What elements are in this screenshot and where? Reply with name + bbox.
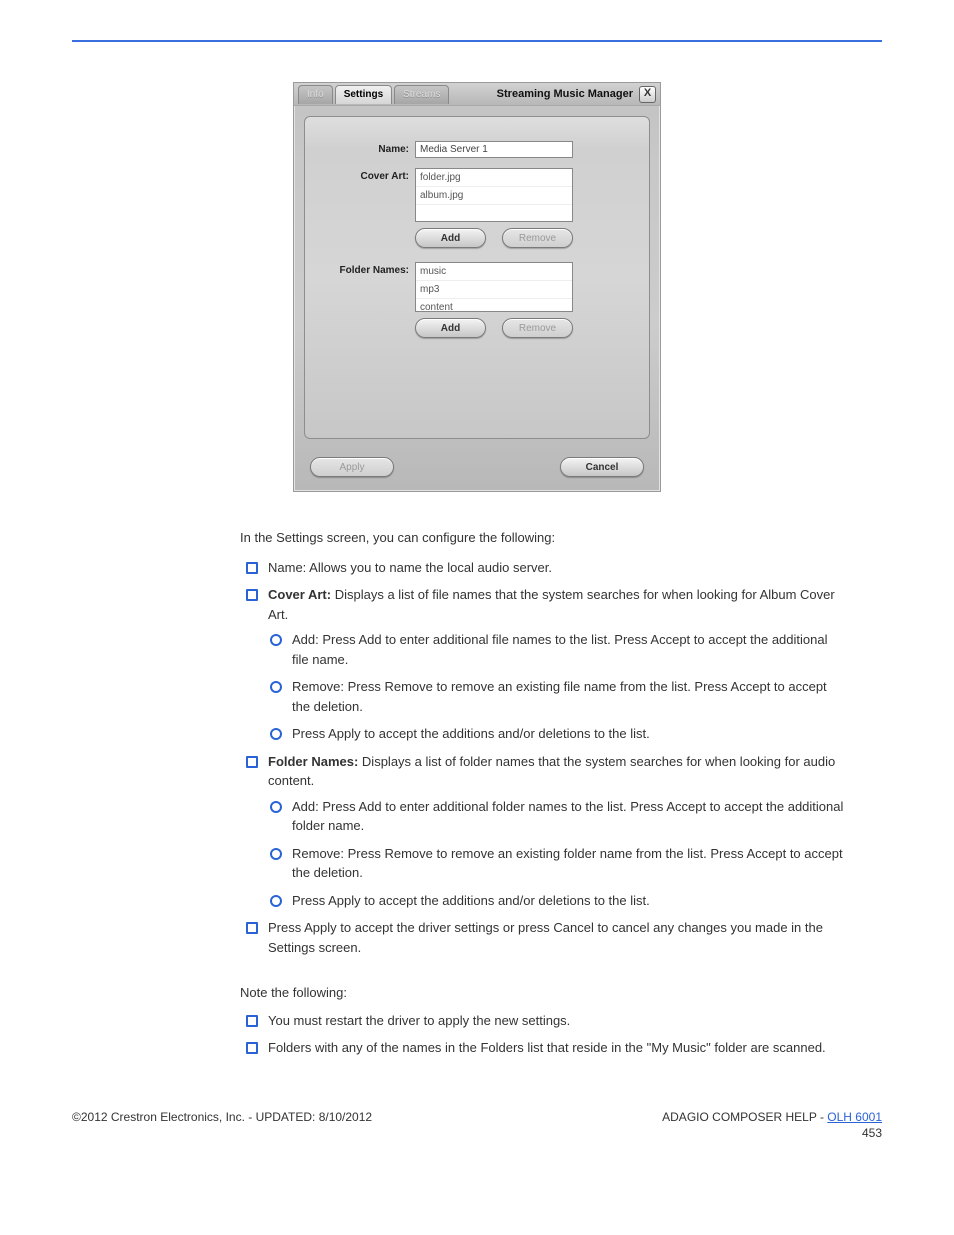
note-heading: Note the following: [240,983,844,1003]
cancel-button[interactable]: Cancel [560,457,644,477]
streaming-music-manager-dialog: Info Settings Streams Streaming Music Ma… [293,82,661,492]
footer-right-label: ADAGIO COMPOSER HELP - [662,1110,827,1124]
dialog-titlebar: Info Settings Streams Streaming Music Ma… [294,83,660,106]
remove-button[interactable]: Remove [502,228,573,248]
instructions: In the Settings screen, you can configur… [240,528,844,1058]
bullet-apply-cancel: Press Apply to accept the driver setting… [240,918,844,957]
label-cover-art: Cover Art: [329,168,415,182]
close-icon[interactable]: X [639,86,656,103]
folder-names-buttons: Add Remove [415,318,573,338]
list-item[interactable]: mp3 [416,281,572,299]
page-number: 453 [662,1126,882,1140]
label-name: Name: [329,141,415,155]
list-item [416,205,572,222]
dialog-footer: Apply Cancel [294,449,660,491]
add-button[interactable]: Add [415,318,486,338]
folder-names-list[interactable]: music mp3 content [415,262,573,312]
sub-remove: Remove: Press Remove to remove an existi… [268,677,844,716]
page-footer: ©2012 Crestron Electronics, Inc. - UPDAT… [72,1110,882,1140]
sub-apply: Press Apply to accept the additions and/… [268,724,844,744]
footer-link[interactable]: OLH 6001 [827,1110,882,1124]
add-button[interactable]: Add [415,228,486,248]
dialog-title: Streaming Music Manager [497,88,633,100]
dialog-body: Name: Media Server 1 Cover Art: folder.j… [304,116,650,439]
list-item[interactable]: content [416,299,572,316]
sub-remove: Remove: Press Remove to remove an existi… [268,844,844,883]
cover-art-buttons: Add Remove [415,228,573,248]
label-folder-names: Folder Names: [329,262,415,276]
bullet-cover-art-body: Displays a list of file names that the s… [268,587,835,622]
sub-add: Add: Press Add to enter additional folde… [268,797,844,836]
bullet-cover-art: Cover Art: Displays a list of file names… [240,585,844,744]
list-item[interactable]: album.jpg [416,187,572,205]
sub-add: Add: Press Add to enter additional file … [268,630,844,669]
apply-button[interactable]: Apply [310,457,394,477]
bullet-folder-names-prefix: Folder Names: [268,754,362,769]
bullet-cover-art-prefix: Cover Art: [268,587,335,602]
note-restart: You must restart the driver to apply the… [240,1011,844,1031]
list-item[interactable]: music [416,263,572,281]
row-cover-art: Cover Art: folder.jpg album.jpg Add Remo… [329,168,625,248]
tab-info[interactable]: Info [298,85,333,104]
sub-apply: Press Apply to accept the additions and/… [268,891,844,911]
note-folders: Folders with any of the names in the Fol… [240,1038,844,1058]
tab-streams[interactable]: Streams [394,85,449,104]
lead-text: In the Settings screen, you can configur… [240,528,844,548]
row-name: Name: Media Server 1 [329,141,625,158]
cover-art-list[interactable]: folder.jpg album.jpg [415,168,573,222]
list-item[interactable]: folder.jpg [416,169,572,187]
bullet-name: Name: Allows you to name the local audio… [240,558,844,578]
row-folder-names: Folder Names: music mp3 content Add Remo… [329,262,625,338]
name-input[interactable]: Media Server 1 [415,141,573,158]
remove-button[interactable]: Remove [502,318,573,338]
tab-settings[interactable]: Settings [335,85,392,104]
footer-left: ©2012 Crestron Electronics, Inc. - UPDAT… [72,1110,372,1140]
top-rule [72,40,882,42]
bullet-folder-names: Folder Names: Displays a list of folder … [240,752,844,911]
